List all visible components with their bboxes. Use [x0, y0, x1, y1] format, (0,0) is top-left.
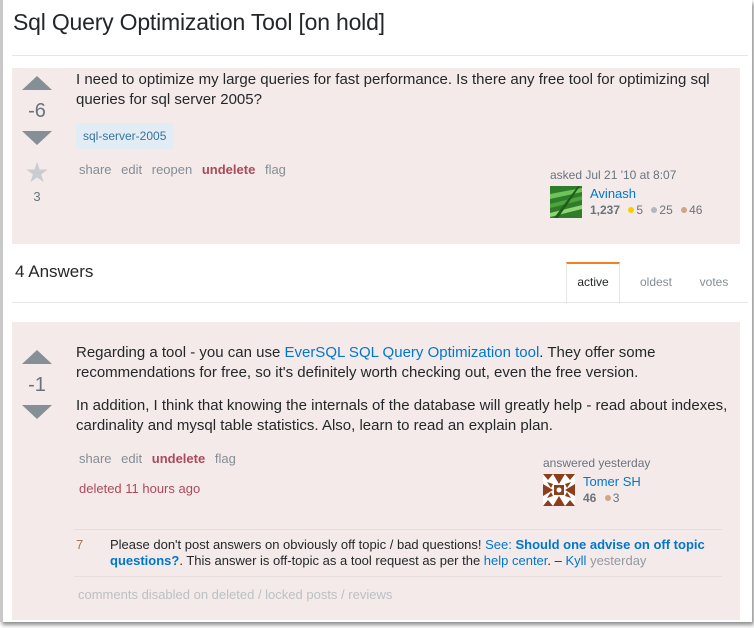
question-vote-cell: -6 ★ 3 — [12, 76, 62, 204]
question-owner-reputation: 1,237 5 25 46 — [590, 202, 702, 218]
asked-timestamp: asked Jul 21 '10 at 8:07 — [550, 168, 677, 182]
silver-badge-icon — [651, 207, 658, 214]
question-owner-name[interactable]: Avinash — [590, 186, 702, 202]
tabs-divider — [12, 302, 748, 303]
comment-copy: . This answer is off-topic as a tool req… — [179, 553, 484, 568]
share-link[interactable]: share — [79, 162, 112, 177]
undelete-link[interactable]: undelete — [152, 451, 205, 466]
reopen-link[interactable]: reopen — [152, 162, 192, 177]
bronze-badge-count: 46 — [689, 203, 703, 217]
page-frame: Sql Query Optimization Tool [on hold] -6… — [0, 0, 752, 622]
flag-link[interactable]: flag — [265, 162, 286, 177]
reputation-score: 46 — [583, 491, 597, 505]
answer-owner-reputation: 46 3 — [583, 490, 641, 506]
grass-photo-avatar-icon[interactable] — [550, 186, 582, 218]
question-vote-count: -6 — [28, 100, 46, 122]
favorite-count: 3 — [33, 189, 41, 204]
tag-sql-server-2005[interactable]: sql-server-2005 — [76, 123, 174, 149]
undelete-link[interactable]: undelete — [202, 162, 255, 177]
flag-link[interactable]: flag — [215, 451, 236, 466]
comment-text: Please don't post answers on obviously o… — [110, 537, 716, 569]
answers-count-header: 4 Answers — [15, 262, 94, 281]
question-title: Sql Query Optimization Tool [on hold] — [13, 9, 385, 35]
answered-timestamp: answered yesterday — [543, 456, 651, 470]
edit-link[interactable]: edit — [121, 162, 142, 177]
question-owner-signature: asked Jul 21 '10 at 8:07 Avinash 1,237 5… — [550, 168, 702, 218]
comment-copy: . – — [547, 553, 566, 568]
silver-badge-count: 25 — [659, 203, 673, 217]
answer-paragraph-1: Regarding a tool - you can use EverSQL S… — [76, 343, 754, 383]
tab-oldest[interactable]: oldest — [629, 262, 683, 302]
gold-badge-icon — [628, 207, 635, 214]
upvote-arrow-icon[interactable] — [22, 350, 52, 364]
comment-item: 7 Please don't post answers on obviously… — [76, 537, 716, 569]
upvote-arrow-icon[interactable] — [22, 76, 52, 90]
answer-owner-name[interactable]: Tomer SH — [583, 474, 641, 490]
title-divider — [12, 55, 748, 56]
answer-post-menu: share edit undelete flag — [79, 451, 242, 466]
comment-score: 7 — [76, 537, 84, 552]
favorite-star-icon[interactable]: ★ — [12, 159, 62, 187]
eversql-link[interactable]: EverSQL SQL Query Optimization tool — [284, 344, 539, 361]
question-body: I need to optimize my large queries for … — [76, 71, 710, 108]
answer-post: -1 Regarding a tool - you can use EverSQ… — [12, 322, 740, 620]
identicon-avatar-icon[interactable] — [543, 474, 575, 506]
bronze-badge-icon — [604, 495, 611, 502]
answer-body: Regarding a tool - you can use EverSQL S… — [76, 343, 754, 449]
answer-paragraph-2: In addition, I think that knowing the in… — [76, 397, 728, 434]
help-center-link[interactable]: help center — [484, 553, 548, 568]
downvote-arrow-icon[interactable] — [22, 131, 52, 145]
bronze-badge-count: 3 — [612, 491, 620, 505]
question-post: -6 ★ 3 I need to optimize my large queri… — [12, 68, 740, 244]
answer-owner-signature: answered yesterday Tomer SH 46 3 — [543, 456, 650, 506]
edit-link[interactable]: edit — [121, 451, 142, 466]
see-label[interactable]: See: — [485, 537, 515, 552]
question-post-menu: share edit reopen undelete flag — [79, 162, 292, 177]
downvote-arrow-icon[interactable] — [22, 405, 52, 419]
comments-disabled-note: comments disabled on deleted / locked po… — [78, 587, 393, 602]
deleted-note: deleted 11 hours ago — [79, 481, 201, 496]
comments-top-divider — [74, 529, 722, 530]
comment-author[interactable]: Kyll — [565, 553, 586, 568]
bronze-badge-icon — [681, 207, 688, 214]
reputation-score: 1,237 — [590, 203, 621, 217]
share-link[interactable]: share — [79, 451, 112, 466]
gold-badge-count: 5 — [636, 203, 644, 217]
answer-text: Regarding a tool - you can use — [76, 344, 285, 361]
answer-vote-cell: -1 — [12, 350, 62, 419]
comment-time: yesterday — [590, 553, 647, 568]
comment-copy: Please don't post answers on obviously o… — [110, 537, 486, 552]
tab-active[interactable]: active — [566, 262, 620, 304]
comments-bottom-divider — [74, 576, 722, 577]
tab-votes[interactable]: votes — [693, 262, 735, 302]
answer-vote-count: -1 — [28, 374, 46, 396]
